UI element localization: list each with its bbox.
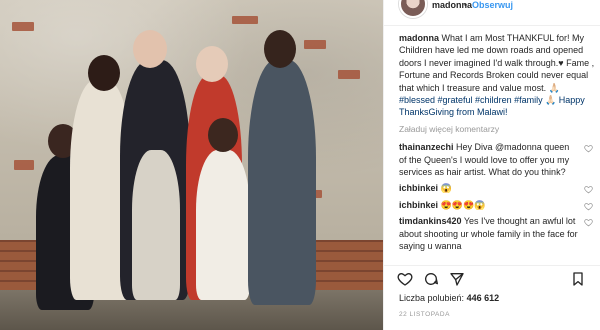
comment-icon[interactable] (423, 271, 439, 287)
comment-username[interactable]: ichbinkei (399, 200, 438, 210)
likes-count[interactable]: Liczba polubień: 446 612 (399, 293, 499, 303)
comment-item: thainanzechi Hey Diva @madonna queen of … (399, 141, 595, 178)
post-sidebar: madonna • Obserwuj madonna What I am Mos… (383, 0, 600, 330)
photo-face (133, 30, 167, 68)
photo-brick (338, 70, 360, 79)
heart-icon[interactable] (584, 185, 593, 194)
photo-brick (12, 22, 34, 31)
comment-item: ichbinkei 😍😍😍😱 (399, 199, 595, 211)
comments-list: madonna What I am Most THANKFUL for! My … (399, 32, 595, 257)
heart-icon[interactable] (584, 218, 593, 227)
comment-text: 😱 (440, 183, 452, 194)
photo-face (196, 46, 228, 82)
bookmark-icon[interactable] (570, 271, 586, 287)
photo-brick (232, 16, 258, 24)
likes-number: 446 612 (466, 293, 500, 303)
load-more-comments-link[interactable]: Załaduj więcej komentarzy (399, 123, 595, 135)
photo-figure (248, 60, 316, 305)
post-caption: madonna What I am Most THANKFUL for! My … (399, 32, 595, 119)
comment-item: timdankins420 Yes I've thought an awful … (399, 215, 595, 252)
photo-face (208, 118, 238, 152)
separator-dot: • (464, 0, 468, 10)
heart-icon[interactable] (584, 144, 593, 153)
heart-icon[interactable] (397, 271, 413, 287)
comment-username[interactable]: ichbinkei (399, 183, 438, 193)
photo-face (264, 30, 296, 68)
share-icon[interactable] (449, 271, 465, 287)
post-photo[interactable] (0, 0, 383, 330)
likes-label: Liczba polubień: (399, 293, 465, 303)
photo-face (88, 55, 120, 91)
comment-text: 😍😍😍😱 (440, 199, 486, 210)
comment-username[interactable]: thainanzechi (399, 142, 454, 152)
comment-username[interactable]: timdankins420 (399, 216, 462, 226)
photo-figure (196, 150, 250, 300)
post-date[interactable]: 22 LISTOPADA (399, 311, 450, 318)
post-header: madonna • Obserwuj (384, 0, 600, 26)
follow-button[interactable]: Obserwuj (472, 0, 513, 10)
user-avatar[interactable] (399, 0, 427, 18)
photo-figure (132, 150, 180, 300)
action-bar (384, 265, 600, 287)
heart-icon[interactable] (584, 202, 593, 211)
caption-username[interactable]: madonna (399, 33, 439, 43)
comment-item: ichbinkei 😱 (399, 182, 595, 194)
photo-brick (14, 160, 34, 170)
photo-brick (304, 40, 326, 49)
